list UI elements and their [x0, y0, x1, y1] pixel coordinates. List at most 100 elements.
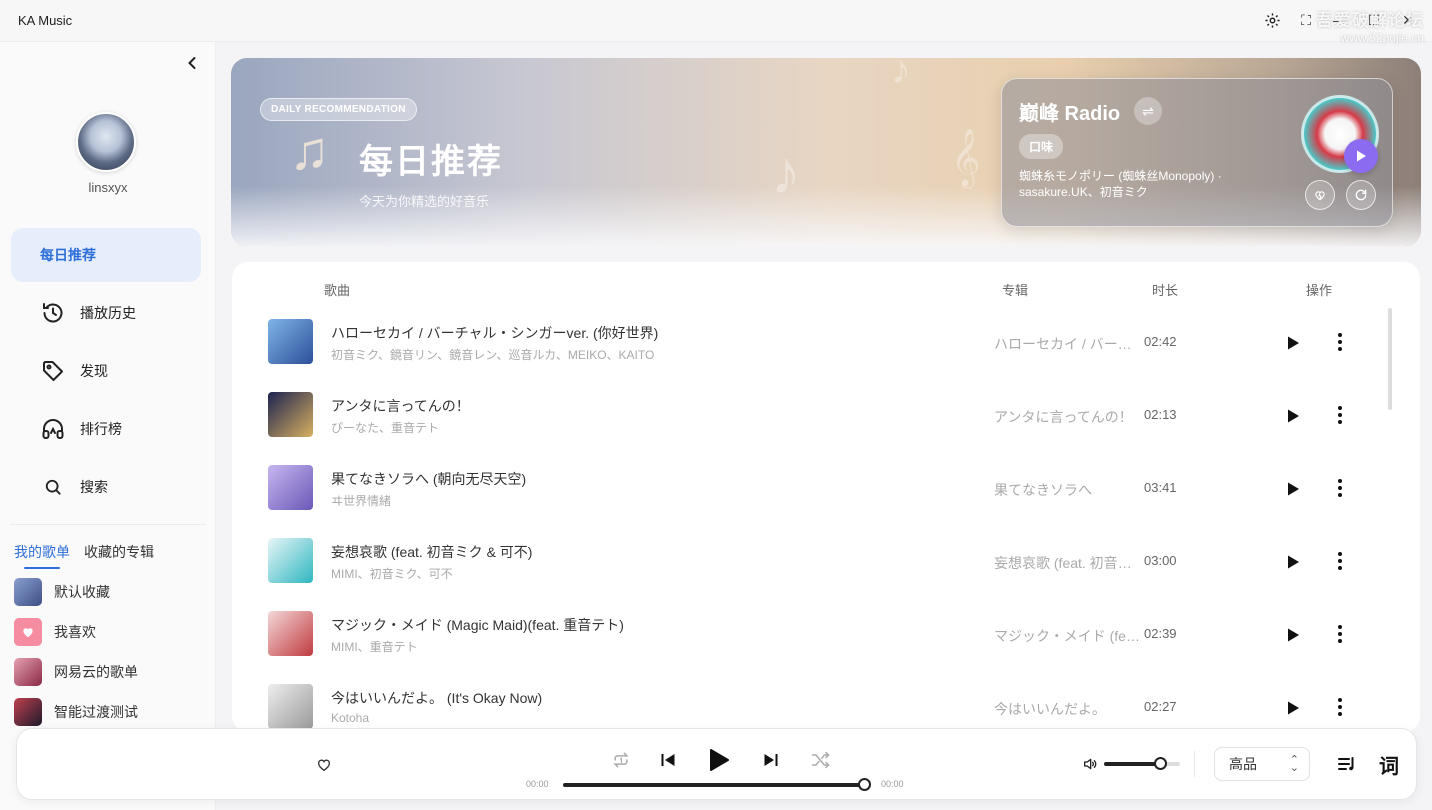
player-bar: 00:00 00:00 高品 ⌃ ⌄ 词 [16, 728, 1417, 800]
repeat-one-icon[interactable] [609, 749, 633, 771]
song-row[interactable]: 妄想哀歌 (feat. 初音ミク & 可不) MIMI、初音ミク、可不 妄想哀歌… [232, 528, 1382, 601]
treble-clef-deco-icon: 𝄞 [951, 129, 981, 185]
play-icon[interactable] [1285, 408, 1301, 424]
playlist-item[interactable]: 网易云的歌单 [14, 658, 138, 686]
play-icon[interactable] [1285, 335, 1301, 351]
song-artist: Kotoha [331, 711, 370, 725]
play-pause-icon[interactable] [705, 746, 733, 774]
settings-icon[interactable] [1262, 10, 1282, 30]
playlist-item[interactable]: 默认收藏 [14, 578, 110, 606]
radio-refresh-icon[interactable] [1346, 180, 1376, 210]
song-duration: 02:13 [1144, 407, 1177, 422]
play-icon[interactable] [1285, 481, 1301, 497]
playlist-cover [14, 658, 42, 686]
song-row[interactable]: マジック・メイド (Magic Maid)(feat. 重音テト) MIMI、重… [232, 601, 1382, 674]
song-album[interactable]: 妄想哀歌 (feat. 初音ミク & 可不) [994, 553, 1142, 573]
playlist-cover [14, 698, 42, 726]
quality-select[interactable]: 高品 ⌃ ⌄ [1214, 747, 1310, 781]
playlist-item[interactable]: 智能过渡测试 [14, 698, 138, 726]
volume-knob[interactable] [1154, 757, 1167, 770]
song-album[interactable]: アンタに言ってんの！ [994, 407, 1142, 427]
playlist-queue-icon[interactable] [1336, 753, 1358, 775]
previous-track-icon[interactable] [657, 749, 679, 771]
song-artist: 初音ミク、鏡音リン、鏡音レン、巡音ルカ、MEIKO、KAITO [331, 348, 655, 362]
song-list: 歌曲 专辑 时长 操作 ハローセカイ / バーチャル・シンガーver. (你好世… [232, 262, 1420, 732]
song-album[interactable]: ハローセカイ / バーチャル・シンガーver. [994, 334, 1142, 354]
song-cover [268, 538, 313, 583]
tab-my-playlists[interactable]: 我的歌单 [14, 542, 70, 569]
more-options-icon[interactable] [1332, 697, 1348, 717]
sidebar: linsxyx 每日推荐 播放历史 发现 排行榜 搜索 我的歌单 收藏的专辑 默… [0, 42, 216, 810]
song-duration: 02:42 [1144, 334, 1177, 349]
nav-item-history[interactable]: 播放历史 [11, 286, 201, 340]
playlist-cover [14, 578, 42, 606]
more-options-icon[interactable] [1332, 551, 1348, 571]
progress-bar[interactable] [563, 783, 865, 787]
column-header-album: 专辑 [1002, 283, 1029, 298]
song-row[interactable]: アンタに言ってんの！ ぴーなた、重音テト アンタに言ってんの！ 02:13 [232, 382, 1382, 455]
song-album[interactable]: 今はいいんだよ。 [994, 699, 1142, 719]
radio-dislike-icon[interactable] [1305, 180, 1335, 210]
tag-icon [40, 358, 66, 384]
song-title: アンタに言ってんの！ [331, 398, 470, 414]
more-options-icon[interactable] [1332, 405, 1348, 425]
play-icon[interactable] [1285, 700, 1301, 716]
hero-title: 每日推荐 [359, 143, 503, 181]
song-cover [268, 392, 313, 437]
radio-taste-tag[interactable]: 口味 [1019, 134, 1064, 159]
playlist-name: 智能过渡测试 [54, 704, 138, 720]
song-title: 今はいいんだよ。 (It's Okay Now) [331, 690, 543, 706]
shuffle-icon[interactable] [809, 749, 833, 771]
song-artist: MIMI、重音テト [331, 640, 418, 654]
nav-item-daily[interactable]: 每日推荐 [11, 228, 201, 282]
play-icon[interactable] [1285, 627, 1301, 643]
nav-item-label: 每日推荐 [40, 247, 96, 263]
song-album[interactable]: マジック・メイド (feat. 重音テト) [994, 626, 1142, 646]
song-cover [268, 319, 313, 364]
heart-icon [14, 618, 42, 646]
lyrics-icon[interactable]: 词 [1376, 751, 1402, 778]
nav-item-discover[interactable]: 发现 [11, 344, 201, 398]
hero-subtitle: 今天为你精选的好音乐 [359, 194, 490, 209]
more-options-icon[interactable] [1332, 624, 1348, 644]
song-album[interactable]: 果てなきソラへ [994, 480, 1142, 500]
like-heart-icon[interactable] [314, 755, 334, 775]
history-icon [40, 300, 66, 326]
volume-slider[interactable] [1104, 762, 1180, 766]
radio-card[interactable]: 巅峰 Radio ⇌ 口味 蜘蛛糸モノポリー (蜘蛛丝Monopoly) · s… [1001, 78, 1393, 227]
song-duration: 02:27 [1144, 699, 1177, 714]
next-track-icon[interactable] [760, 749, 782, 771]
close-icon[interactable]: ✕ [1398, 10, 1418, 30]
playlist-tabs: 我的歌单 收藏的专辑 [14, 542, 154, 569]
radio-play-icon[interactable] [1344, 139, 1378, 173]
playlist-item[interactable]: 我喜欢 [14, 618, 96, 646]
avatar[interactable] [76, 112, 136, 172]
song-row[interactable]: 今はいいんだよ。 (It's Okay Now) Kotoha 今はいいんだよ。… [232, 674, 1382, 732]
music-note-icon: ♫ [289, 121, 330, 181]
player-divider [1194, 751, 1195, 777]
maximize-icon[interactable]: ☐ [1364, 10, 1384, 30]
play-icon[interactable] [1285, 554, 1301, 570]
username: linsxyx [88, 180, 128, 195]
chevron-updown-icon: ⌃ ⌄ [1289, 754, 1299, 774]
switch-mode-icon[interactable]: ⇌ [1134, 97, 1162, 125]
window-controls: ⛶ — ☐ ✕ [1262, 10, 1418, 30]
more-options-icon[interactable] [1332, 332, 1348, 352]
nav-item-search[interactable]: 搜索 [11, 460, 201, 514]
song-cover [268, 611, 313, 656]
minimize-icon[interactable]: — [1330, 10, 1350, 30]
list-scrollbar[interactable] [1388, 308, 1392, 410]
progress-knob[interactable] [858, 778, 871, 791]
volume-icon[interactable] [1081, 755, 1099, 773]
nav-item-charts[interactable]: 排行榜 [11, 402, 201, 456]
sidebar-divider [10, 524, 206, 525]
more-options-icon[interactable] [1332, 478, 1348, 498]
music-note-deco-icon: ♪ [891, 58, 911, 92]
song-row[interactable]: ハローセカイ / バーチャル・シンガーver. (你好世界) 初音ミク、鏡音リン… [232, 309, 1382, 382]
song-row[interactable]: 果てなきソラへ (朝向无尽天空) ヰ世界情緒 果てなきソラへ 03:41 [232, 455, 1382, 528]
current-time: 00:00 [526, 779, 549, 789]
tab-collected-albums[interactable]: 收藏的专辑 [84, 542, 154, 562]
playlist-name: 默认收藏 [54, 584, 110, 600]
fullscreen-icon[interactable]: ⛶ [1296, 10, 1316, 30]
collapse-sidebar-icon[interactable] [183, 54, 201, 72]
